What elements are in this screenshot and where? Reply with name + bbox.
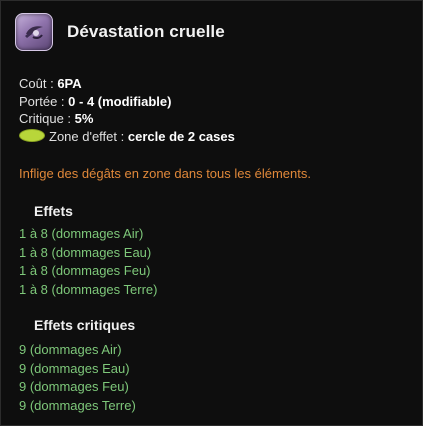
stat-range: Portée : 0 - 4 (modifiable) <box>19 93 235 111</box>
critical-label: Critique : <box>19 111 72 126</box>
critical-effect-line: 9 (dommages Terre) <box>19 397 136 413</box>
range-value: 0 - 4 (modifiable) <box>68 93 172 109</box>
zone-value: cercle de 2 cases <box>127 128 235 144</box>
spell-tooltip: Dévastation cruelle Coût : 6PA Portée : … <box>0 0 423 426</box>
critical-effects-list: 9 (dommages Air) 9 (dommages Eau) 9 (dom… <box>19 341 136 415</box>
stat-critical: Critique : 5% <box>19 110 235 128</box>
zone-ellipse-icon <box>19 128 45 142</box>
spell-description: Inflige des dégâts en zone dans tous les… <box>19 166 311 181</box>
critical-effect-line: 9 (dommages Eau) <box>19 360 130 376</box>
effect-line: 1 à 8 (dommages Feu) <box>19 263 151 278</box>
critical-effect-line: 9 (dommages Air) <box>19 342 122 357</box>
spell-title: Dévastation cruelle <box>67 22 225 41</box>
stat-cost: Coût : 6PA <box>19 75 235 93</box>
critical-value: 5% <box>74 111 94 126</box>
effect-line: 1 à 8 (dommages Air) <box>19 226 144 241</box>
spell-stats: Coût : 6PA Portée : 0 - 4 (modifiable) C… <box>19 75 235 145</box>
range-label: Portée : <box>19 93 65 109</box>
effect-line: 1 à 8 (dommages Terre) <box>19 281 158 297</box>
cost-value: 6PA <box>57 76 82 91</box>
effects-list: 1 à 8 (dommages Air) 1 à 8 (dommages Eau… <box>19 225 158 299</box>
effect-line: 1 à 8 (dommages Eau) <box>19 244 152 260</box>
zone-label: Zone d'effet : <box>49 128 125 144</box>
effects-title: Effets <box>34 203 73 219</box>
spell-header: Dévastation cruelle <box>15 13 225 51</box>
stat-zone: Zone d'effet : cercle de 2 cases <box>19 128 235 146</box>
critical-effects-title: Effets critiques <box>34 317 136 333</box>
sword-slash-icon <box>15 13 53 51</box>
cost-label: Coût : <box>19 76 54 91</box>
critical-effect-line: 9 (dommages Feu) <box>19 379 129 394</box>
